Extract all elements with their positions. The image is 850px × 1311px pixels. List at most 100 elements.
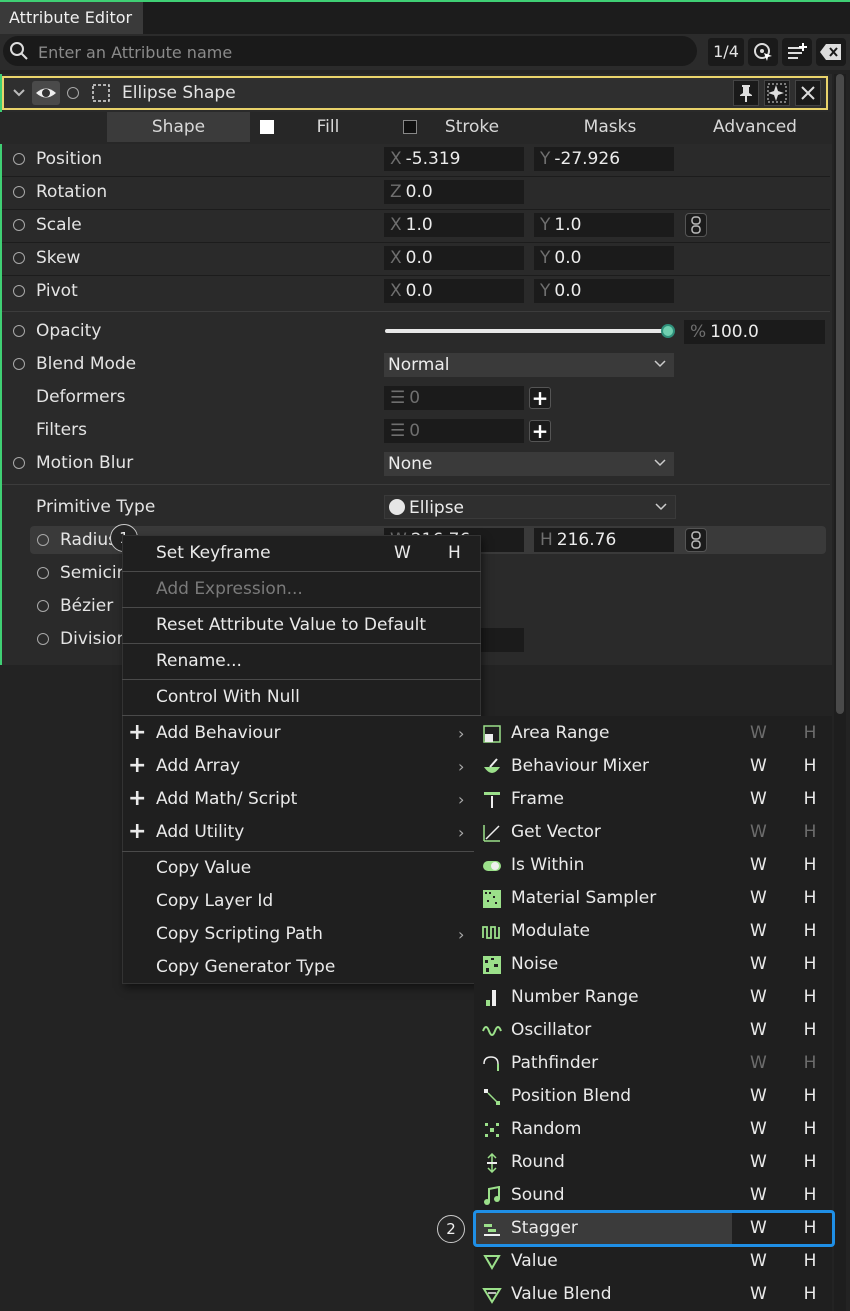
position-x-field[interactable]: X -5.319 <box>384 147 524 171</box>
submenu-item-label: Behaviour Mixer <box>511 756 650 776</box>
submenu-item-value[interactable]: Value W H <box>474 1245 832 1278</box>
submenu-item-position-blend[interactable]: Position Blend W H <box>474 1080 832 1113</box>
submenu-item-noise[interactable]: Noise W H <box>474 948 832 981</box>
attribute-label: Scale <box>36 215 82 235</box>
submenu-item-random[interactable]: Random W H <box>474 1113 832 1146</box>
submenu-item-value-blend[interactable]: Value Blend W H <box>474 1278 832 1311</box>
motion-blur-dropdown[interactable]: None <box>384 452 674 476</box>
menu-item-add-math-script[interactable]: Add Math/ Script <box>122 783 481 816</box>
link-icon[interactable] <box>685 213 707 237</box>
menu-item-add-array[interactable]: Add Array <box>122 750 481 783</box>
skew-y-field[interactable]: Y 0.0 <box>534 246 674 270</box>
submenu-item-oscillator[interactable]: Oscillator W H <box>474 1014 832 1047</box>
keyframe-circle-icon[interactable] <box>13 252 25 264</box>
submenu-item-frame[interactable]: Frame W H <box>474 783 832 816</box>
visibility-toggle[interactable] <box>32 81 60 105</box>
keyframe-circle-icon[interactable] <box>13 153 25 165</box>
submenu-item-area-range[interactable]: Area Range W H <box>474 717 832 750</box>
shortcut-w: W <box>750 1119 767 1139</box>
submenu-item-behaviour-mixer[interactable]: Behaviour Mixer W H <box>474 750 832 783</box>
opacity-slider[interactable] <box>385 329 667 333</box>
scale-y-field[interactable]: Y 1.0 <box>534 213 674 237</box>
menu-item-copy-value[interactable]: Copy Value <box>122 852 481 885</box>
submenu-item-modulate[interactable]: Modulate W H <box>474 915 832 948</box>
position-blend-icon <box>484 1089 500 1105</box>
opacity-slider-handle[interactable] <box>661 324 675 338</box>
chevron-down-icon[interactable] <box>12 86 26 100</box>
menu-item-reset-default[interactable]: Reset Attribute Value to Default <box>122 609 481 642</box>
shortcut-h: H <box>803 1020 817 1040</box>
pin-button[interactable] <box>733 80 759 106</box>
attribute-label: Deformers <box>36 387 126 407</box>
keyframe-circle-icon[interactable] <box>13 457 25 469</box>
rotation-z-field[interactable]: Z 0.0 <box>384 180 524 204</box>
blend-mode-dropdown[interactable]: Normal <box>384 353 674 377</box>
scrollbar-thumb[interactable] <box>836 74 844 714</box>
keyframe-circle-icon[interactable] <box>13 186 25 198</box>
submenu-item-label: Value <box>511 1251 558 1271</box>
menu-item-copy-generator-type[interactable]: Copy Generator Type <box>122 951 481 984</box>
tab-fill[interactable]: Fill <box>286 112 370 142</box>
keyframe-circle-icon[interactable] <box>13 285 25 297</box>
menu-item-copy-layer-id[interactable]: Copy Layer Id <box>122 885 481 918</box>
chevron-down-icon <box>654 459 666 467</box>
keyframe-circle-icon[interactable] <box>37 534 49 546</box>
pivot-y-field[interactable]: Y 0.0 <box>534 279 674 303</box>
radius-h-field[interactable]: H 216.76 <box>534 528 674 552</box>
menu-item-copy-scripting-path[interactable]: Copy Scripting Path <box>122 918 481 951</box>
fill-swatch[interactable] <box>260 120 274 134</box>
menu-item-control-with-null[interactable]: Control With Null <box>122 681 481 714</box>
pathfinder-icon <box>483 1056 499 1071</box>
tab-masks[interactable]: Masks <box>565 112 655 142</box>
plus-icon: + <box>128 819 147 844</box>
position-y-field[interactable]: Y -27.926 <box>534 147 674 171</box>
shortcut-h: H <box>803 822 817 842</box>
submenu-item-get-vector[interactable]: Get Vector W H <box>474 816 832 849</box>
add-behaviour-header-button[interactable] <box>764 80 790 106</box>
skew-x-field[interactable]: X 0.0 <box>384 246 524 270</box>
add-filter-attribute-button[interactable]: + <box>529 419 551 443</box>
keyframe-circle-icon[interactable] <box>13 358 25 370</box>
submenu-item-round[interactable]: Round W H <box>474 1146 832 1179</box>
scale-x-field[interactable]: X 1.0 <box>384 213 524 237</box>
shortcut-h: H <box>803 1251 817 1271</box>
pivot-x-field[interactable]: X 0.0 <box>384 279 524 303</box>
submenu-item-is-within[interactable]: Is Within W H <box>474 849 832 882</box>
keyframe-circle-icon[interactable] <box>37 567 49 579</box>
primitive-type-dropdown[interactable]: Ellipse <box>384 495 676 519</box>
keyframe-circle-icon[interactable] <box>13 219 25 231</box>
submenu-item-sound[interactable]: Sound W H <box>474 1179 832 1212</box>
link-icon[interactable] <box>685 528 707 552</box>
keyframe-circle-icon[interactable] <box>13 325 25 337</box>
menu-item-rename[interactable]: Rename... <box>122 645 481 678</box>
opacity-field[interactable]: % 100.0 <box>684 320 825 344</box>
shortcut-h: H <box>803 1152 817 1172</box>
menu-item-set-keyframe[interactable]: Set Keyframe <box>122 537 481 570</box>
shortcut-h: H <box>803 723 817 743</box>
tab-shape[interactable]: Shape <box>107 112 250 142</box>
submenu-item-pathfinder[interactable]: Pathfinder W H <box>474 1047 832 1080</box>
keyframe-circle-icon[interactable] <box>67 87 79 99</box>
shortcut-h: H <box>803 1086 817 1106</box>
keyframe-circle-icon[interactable] <box>37 600 49 612</box>
submenu-item-stagger[interactable]: Stagger W H <box>474 1212 832 1245</box>
tab-advanced[interactable]: Advanced <box>700 112 810 142</box>
attribute-label: Opacity <box>36 321 102 341</box>
close-layer-button[interactable] <box>795 80 821 106</box>
tab-stroke[interactable]: Stroke <box>430 112 514 142</box>
submenu-item-material-sampler[interactable]: Material Sampler W H <box>474 882 832 915</box>
submenu-item-number-range[interactable]: Number Range W H <box>474 981 832 1014</box>
tab-attribute-editor[interactable]: Attribute Editor <box>0 2 143 34</box>
shortcut-w: W <box>750 1251 767 1271</box>
menu-item-add-behaviour[interactable]: Add Behaviour <box>122 717 481 750</box>
shortcut-w: W <box>750 888 767 908</box>
keyframe-circle-icon[interactable] <box>37 633 49 645</box>
add-filter-button[interactable] <box>782 38 812 66</box>
stroke-swatch[interactable] <box>403 120 417 134</box>
pick-attribute-button[interactable] <box>748 38 778 66</box>
menu-item-add-utility[interactable]: Add Utility <box>122 816 481 849</box>
menu-divider <box>122 643 481 644</box>
clear-search-button[interactable] <box>816 38 846 66</box>
add-deformer-button[interactable]: + <box>529 386 551 410</box>
search-input[interactable] <box>38 38 638 66</box>
